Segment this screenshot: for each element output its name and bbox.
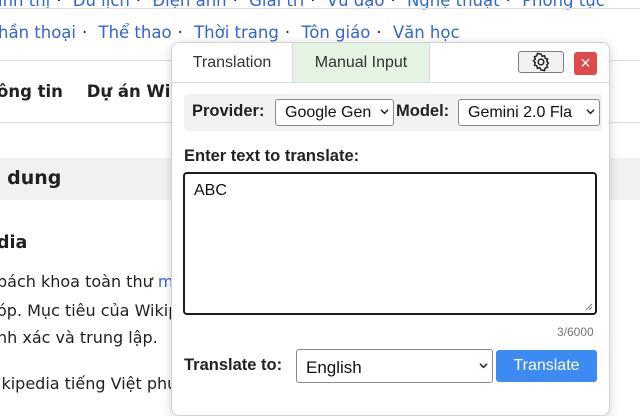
tab-translation[interactable]: Translation [172,43,292,82]
resize-handle-icon[interactable] [585,303,593,311]
input-text: ABC [194,182,227,199]
tab-bar: Translation Manual Input ✕ [172,43,609,83]
translate-input[interactable]: ABC [183,172,597,315]
divider [0,8,640,9]
category-link[interactable]: Thời trang [194,23,279,42]
category-row-mid: hần thoại · Thể thao · Thời trang · Tôn giá… [0,23,460,42]
chevron-down-icon [479,363,488,369]
model-label: Model: [396,102,450,120]
category-link[interactable]: Văn học [393,23,460,42]
close-button[interactable]: ✕ [574,52,597,75]
settings-button[interactable] [518,51,564,73]
provider-select[interactable]: Google Gen [275,99,394,126]
paragraph-line: bách khoa toàn thư m [0,272,174,291]
gear-icon [532,52,550,72]
category-link[interactable]: Tôn giáo [301,23,370,42]
close-icon: ✕ [579,55,592,72]
toc-title: i dung [0,167,62,189]
paragraph-line: nh xác và trung lập. [0,328,158,347]
target-language-select[interactable]: English [296,349,493,383]
provider-row: Provider: Google Gen Model: Gemini 2.0 F… [184,94,602,131]
char-counter: 3/6000 [557,325,594,339]
paragraph-line: ikipedia tiếng Việt phụ [0,374,178,393]
target-language-label: Translate to: [184,356,283,374]
tab-manual-input[interactable]: Manual Input [292,43,430,82]
provider-label: Provider: [192,102,265,120]
category-link[interactable]: hần thoại [0,23,76,42]
chevron-down-icon [380,109,389,115]
category-link[interactable]: Thể thao [99,23,172,42]
chevron-down-icon [586,109,595,115]
section-title: dia [0,233,28,253]
nav-item[interactable]: ông tin [0,82,63,101]
input-label: Enter text to translate: [184,147,360,165]
paragraph-line: óp. Mục tiêu của Wikip [0,301,179,320]
translation-popup: Translation Manual Input ✕ Provider: Goo… [171,42,610,416]
translate-button[interactable]: Translate [496,350,597,382]
model-select[interactable]: Gemini 2.0 Fla [458,99,600,126]
